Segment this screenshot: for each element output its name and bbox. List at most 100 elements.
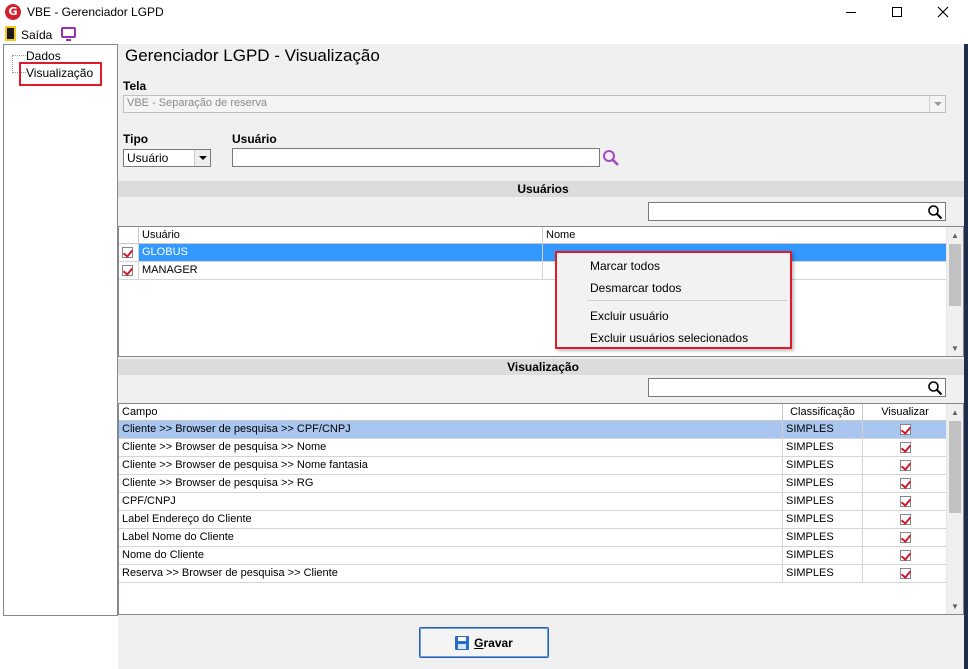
menu-separator [587, 300, 787, 301]
exit-button[interactable]: Saída [21, 28, 52, 42]
table-row[interactable]: Cliente >> Browser de pesquisa >> RG SIMP… [119, 475, 948, 493]
minimize-button[interactable] [828, 0, 874, 24]
search-icon[interactable] [927, 204, 943, 220]
menu-item-marcar-todos[interactable]: Marcar todos [590, 259, 660, 273]
table-row[interactable]: Nome do Cliente SIMPLES [119, 547, 948, 565]
cell-visualizar [863, 565, 948, 583]
column-header-visualizar[interactable]: Visualizar [863, 404, 948, 421]
table-row[interactable]: Reserva >> Browser de pesquisa >> Client… [119, 565, 948, 583]
column-header-classificacao[interactable]: Classificação [783, 404, 863, 421]
scrollbar-thumb[interactable] [949, 244, 961, 306]
cell-visualizar [863, 475, 948, 493]
tela-label: Tela [123, 79, 147, 93]
users-scrollbar[interactable]: ▲ ▼ [946, 227, 963, 356]
visualizar-checkbox[interactable] [900, 424, 911, 435]
cell-campo: Cliente >> Browser de pesquisa >> Nome [119, 439, 783, 457]
tipo-select[interactable]: Usuário [123, 149, 211, 167]
menu-item-excluir-selecionados[interactable]: Excluir usuários selecionados [590, 331, 748, 345]
exit-door-icon[interactable] [5, 26, 16, 41]
gravar-label-accel: G [474, 635, 484, 650]
visualizacao-grid: Campo Classificação Visualizar Cliente >… [118, 403, 964, 615]
table-row[interactable]: GLOBUS [119, 244, 948, 262]
checkbox-cell [119, 262, 139, 280]
tela-value: VBE - Separação de reserva [127, 97, 268, 109]
cell-campo: Nome do Cliente [119, 547, 783, 565]
column-header-nome[interactable]: Nome [543, 227, 948, 244]
cell-classificacao: SIMPLES [783, 475, 863, 493]
column-header-usuario[interactable]: Usuário [139, 227, 543, 244]
save-disk-icon [455, 635, 470, 650]
tela-dropdown-button[interactable] [929, 96, 945, 112]
scroll-down-icon[interactable]: ▼ [947, 598, 963, 614]
tree-connector [12, 55, 26, 56]
viz-search-input[interactable] [648, 378, 946, 397]
users-search-input[interactable] [648, 202, 946, 221]
usuario-input[interactable] [232, 148, 600, 167]
row-checkbox[interactable] [122, 247, 133, 258]
cell-campo: CPF/CNPJ [119, 493, 783, 511]
cell-campo: Cliente >> Browser de pesquisa >> CPF/CN… [119, 421, 783, 439]
tipo-value: Usuário [127, 151, 169, 165]
cell-visualizar [863, 421, 948, 439]
cell-visualizar [863, 439, 948, 457]
app-logo-icon: G [5, 4, 21, 20]
table-row[interactable]: Cliente >> Browser de pesquisa >> CPF/CN… [119, 421, 948, 439]
visualizar-checkbox[interactable] [900, 514, 911, 525]
scroll-down-icon[interactable]: ▼ [947, 340, 963, 356]
viz-scrollbar[interactable]: ▲ ▼ [946, 404, 963, 614]
background-window-edge [964, 44, 968, 669]
column-header-campo[interactable]: Campo [119, 404, 783, 421]
visualizar-checkbox[interactable] [900, 496, 911, 507]
row-checkbox[interactable] [122, 265, 133, 276]
visualizar-checkbox[interactable] [900, 568, 911, 579]
users-section-header: Usuários [118, 181, 968, 197]
visualizar-checkbox[interactable] [900, 460, 911, 471]
cell-campo: Cliente >> Browser de pesquisa >> Nome f… [119, 457, 783, 475]
tipo-dropdown-button[interactable] [194, 150, 210, 166]
close-button[interactable] [920, 0, 966, 24]
tela-select[interactable]: VBE - Separação de reserva [123, 95, 946, 113]
table-row[interactable]: Cliente >> Browser de pesquisa >> Nome SI… [119, 439, 948, 457]
visualizar-checkbox[interactable] [900, 442, 911, 453]
search-icon[interactable] [927, 380, 943, 396]
cell-campo: Cliente >> Browser de pesquisa >> RG [119, 475, 783, 493]
cell-classificacao: SIMPLES [783, 511, 863, 529]
scrollbar-thumb[interactable] [949, 421, 961, 513]
monitor-icon[interactable] [61, 27, 76, 41]
cell-visualizar [863, 457, 948, 475]
visualizar-checkbox[interactable] [900, 478, 911, 489]
title-bar: G VBE - Gerenciador LGPD [0, 0, 968, 24]
search-icon[interactable] [602, 149, 620, 167]
cell-usuario: MANAGER [139, 262, 543, 280]
cell-classificacao: SIMPLES [783, 547, 863, 565]
cell-classificacao: SIMPLES [783, 439, 863, 457]
gravar-label: ravar [483, 635, 513, 650]
table-row[interactable]: Label Nome do Cliente SIMPLES [119, 529, 948, 547]
tree-connector [12, 55, 13, 73]
scroll-up-icon[interactable]: ▲ [947, 404, 963, 420]
maximize-button[interactable] [874, 0, 920, 24]
cell-campo: Label Endereço do Cliente [119, 511, 783, 529]
navigation-tree: Dados Visualização [3, 44, 118, 616]
main-panel: Gerenciador LGPD - Visualização Tela VBE… [118, 44, 968, 669]
visualizar-checkbox[interactable] [900, 532, 911, 543]
gravar-button[interactable]: Gravar [419, 627, 549, 658]
scroll-up-icon[interactable]: ▲ [947, 227, 963, 243]
tree-item-dados[interactable]: Dados [26, 49, 61, 63]
users-grid: Usuário Nome GLOBUS MANAGER ▲ ▼ [118, 226, 964, 357]
usuario-label: Usuário [232, 132, 277, 146]
cell-classificacao: SIMPLES [783, 457, 863, 475]
table-row[interactable]: Label Endereço do Cliente SIMPLES [119, 511, 948, 529]
visualizar-checkbox[interactable] [900, 550, 911, 561]
menu-item-excluir-usuario[interactable]: Excluir usuário [590, 309, 669, 323]
context-menu: Marcar todos Desmarcar todos Excluir usu… [555, 251, 792, 349]
table-row[interactable]: CPF/CNPJ SIMPLES [119, 493, 948, 511]
table-row[interactable]: Cliente >> Browser de pesquisa >> Nome f… [119, 457, 948, 475]
checkbox-cell [119, 244, 139, 262]
cell-visualizar [863, 529, 948, 547]
close-icon [937, 6, 949, 18]
maximize-icon [892, 7, 902, 17]
table-row[interactable]: MANAGER [119, 262, 948, 280]
menu-item-desmarcar-todos[interactable]: Desmarcar todos [590, 281, 681, 295]
viz-section-header: Visualização [118, 359, 968, 375]
